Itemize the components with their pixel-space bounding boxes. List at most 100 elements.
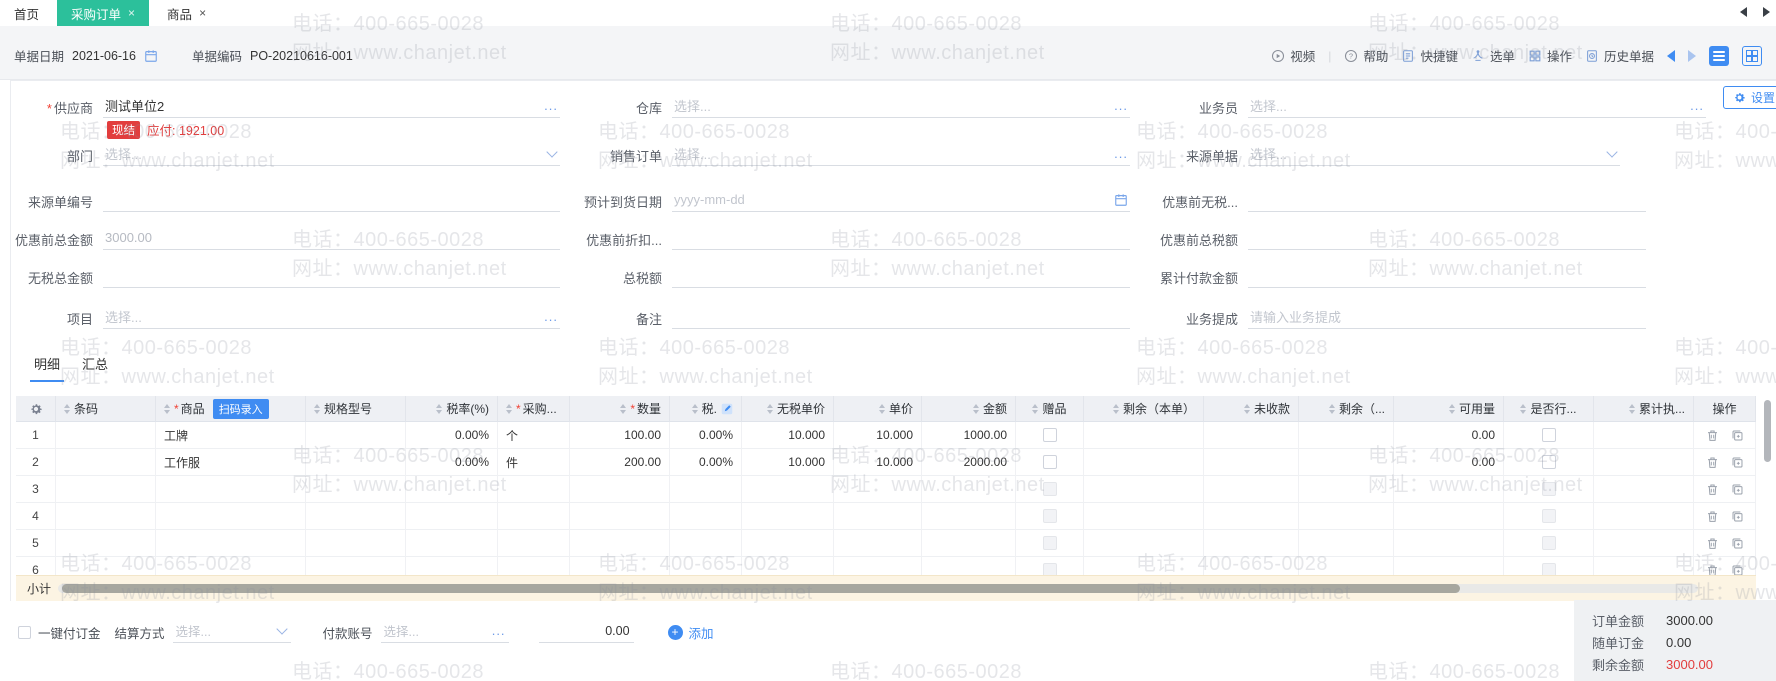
cell-cumExec[interactable] [1594,503,1694,530]
rowExec-checkbox[interactable] [1542,536,1556,550]
cell-op[interactable] [1694,530,1756,557]
rowExec-checkbox[interactable] [1542,482,1556,496]
prev-doc-icon[interactable] [1667,50,1675,62]
cell-unreceived[interactable] [1204,503,1299,530]
doc-date-value[interactable]: 2021-06-16 [72,49,136,63]
cell-gift[interactable] [1016,422,1084,449]
salesman-select[interactable]: 选择... ... [1248,96,1706,118]
cell-available[interactable] [1394,476,1504,503]
scroll-tabs-left-icon[interactable] [1740,7,1747,17]
toolbar-action-history[interactable]: 历史单据 [1585,46,1654,65]
cell-price[interactable]: 10.000 [834,449,922,476]
sort-icon[interactable] [506,404,512,414]
column-header-qty[interactable]: *数量 [570,396,670,422]
delete-row-icon[interactable] [1706,429,1719,442]
cell-tax[interactable]: 0.00% [670,422,742,449]
cell-available[interactable] [1394,557,1504,575]
chevron-down-icon[interactable] [1606,146,1617,157]
cell-cumExec[interactable] [1594,422,1694,449]
cell-qty[interactable] [570,476,670,503]
column-header-remainCur[interactable]: 剩余（本单） [1084,396,1204,422]
cell-product[interactable] [156,557,306,575]
calendar-icon[interactable] [144,49,158,63]
settlement-select[interactable]: 选择... [173,621,291,643]
cell-rowExec[interactable] [1504,476,1594,503]
cell-idx[interactable]: 3 [16,476,56,503]
column-header-unreceived[interactable]: 未收款 [1204,396,1299,422]
cell-idx[interactable]: 1 [16,422,56,449]
cell-gift[interactable] [1016,476,1084,503]
cell-tax[interactable]: 0.00% [670,449,742,476]
gift-checkbox[interactable] [1043,536,1057,550]
toolbar-action-pick-order[interactable]: 选单 [1471,46,1515,65]
cell-rowExec[interactable] [1504,530,1594,557]
add-payment-button[interactable]: 添加 [668,623,714,642]
cell-spec[interactable] [306,503,406,530]
cell-cumExec[interactable] [1594,557,1694,575]
cell-unit[interactable]: 个 [498,422,570,449]
column-header-cumExec[interactable]: 累计执... [1594,396,1694,422]
column-header-barcode[interactable]: 条码 [56,396,156,422]
cell-remainCur[interactable] [1084,422,1204,449]
sort-icon[interactable] [64,404,70,414]
more-icon[interactable]: ... [1690,101,1704,111]
cell-gift[interactable] [1016,503,1084,530]
cell-unreceived[interactable] [1204,530,1299,557]
sort-icon[interactable] [1629,404,1635,414]
toolbar-action-help[interactable]: ?帮助 [1344,46,1388,65]
cell-rowExec[interactable] [1504,557,1594,575]
column-header-noTaxPrice[interactable]: 无税单价 [742,396,834,422]
cell-qty[interactable]: 100.00 [570,422,670,449]
gift-checkbox[interactable] [1043,482,1057,496]
column-header-unit[interactable]: *采购... [498,396,570,422]
cell-remainCur[interactable] [1084,530,1204,557]
more-icon[interactable]: ... [492,626,506,636]
sort-icon[interactable] [1449,404,1455,414]
cell-qty[interactable]: 200.00 [570,449,670,476]
cell-price[interactable] [834,557,922,575]
account-select[interactable]: 选择... ... [381,621,509,643]
cell-idx[interactable]: 6 [16,557,56,575]
cell-amount[interactable] [922,530,1016,557]
cell-product[interactable] [156,530,306,557]
deposit-amount-input[interactable]: 0.00 [539,621,634,643]
cell-available[interactable]: 0.00 [1394,449,1504,476]
delete-row-icon[interactable] [1706,564,1719,576]
scroll-tabs-right-icon[interactable] [1763,7,1770,17]
column-header-price[interactable]: 单价 [834,396,922,422]
cell-idx[interactable]: 2 [16,449,56,476]
cell-qty[interactable] [570,557,670,575]
column-header-taxRate[interactable]: 税率(%) [406,396,498,422]
cell-product[interactable]: 工作服 [156,449,306,476]
cell-amount[interactable] [922,557,1016,575]
delete-row-icon[interactable] [1706,537,1719,550]
cell-gift[interactable] [1016,530,1084,557]
delete-row-icon[interactable] [1706,483,1719,496]
toolbar-action-video[interactable]: 视频 [1271,46,1315,65]
cell-tax[interactable] [670,503,742,530]
cell-tax[interactable] [670,557,742,575]
cell-barcode[interactable] [56,422,156,449]
delete-row-icon[interactable] [1706,456,1719,469]
vertical-scrollbar-thumb[interactable] [1764,400,1771,462]
cell-unit[interactable] [498,557,570,575]
cell-taxRate[interactable]: 0.00% [406,422,498,449]
cell-unit[interactable] [498,476,570,503]
cell-cumExec[interactable] [1594,476,1694,503]
sort-icon[interactable] [973,404,979,414]
cell-spec[interactable] [306,530,406,557]
cell-available[interactable]: 0.00 [1394,422,1504,449]
sort-icon[interactable] [767,404,773,414]
settings-button[interactable]: 设置 [1723,86,1776,109]
copy-row-icon[interactable] [1731,456,1744,469]
sort-icon[interactable] [1520,404,1526,414]
cell-noTaxPrice[interactable]: 10.000 [742,422,834,449]
sort-icon[interactable] [436,404,442,414]
sort-icon[interactable] [1244,404,1250,414]
column-header-spec[interactable]: 规格型号 [306,396,406,422]
paid-total-input[interactable] [1248,266,1646,288]
close-icon[interactable]: × [199,6,206,20]
cell-barcode[interactable] [56,476,156,503]
cell-remainCur[interactable] [1084,557,1204,575]
cell-remainOther[interactable] [1299,422,1394,449]
